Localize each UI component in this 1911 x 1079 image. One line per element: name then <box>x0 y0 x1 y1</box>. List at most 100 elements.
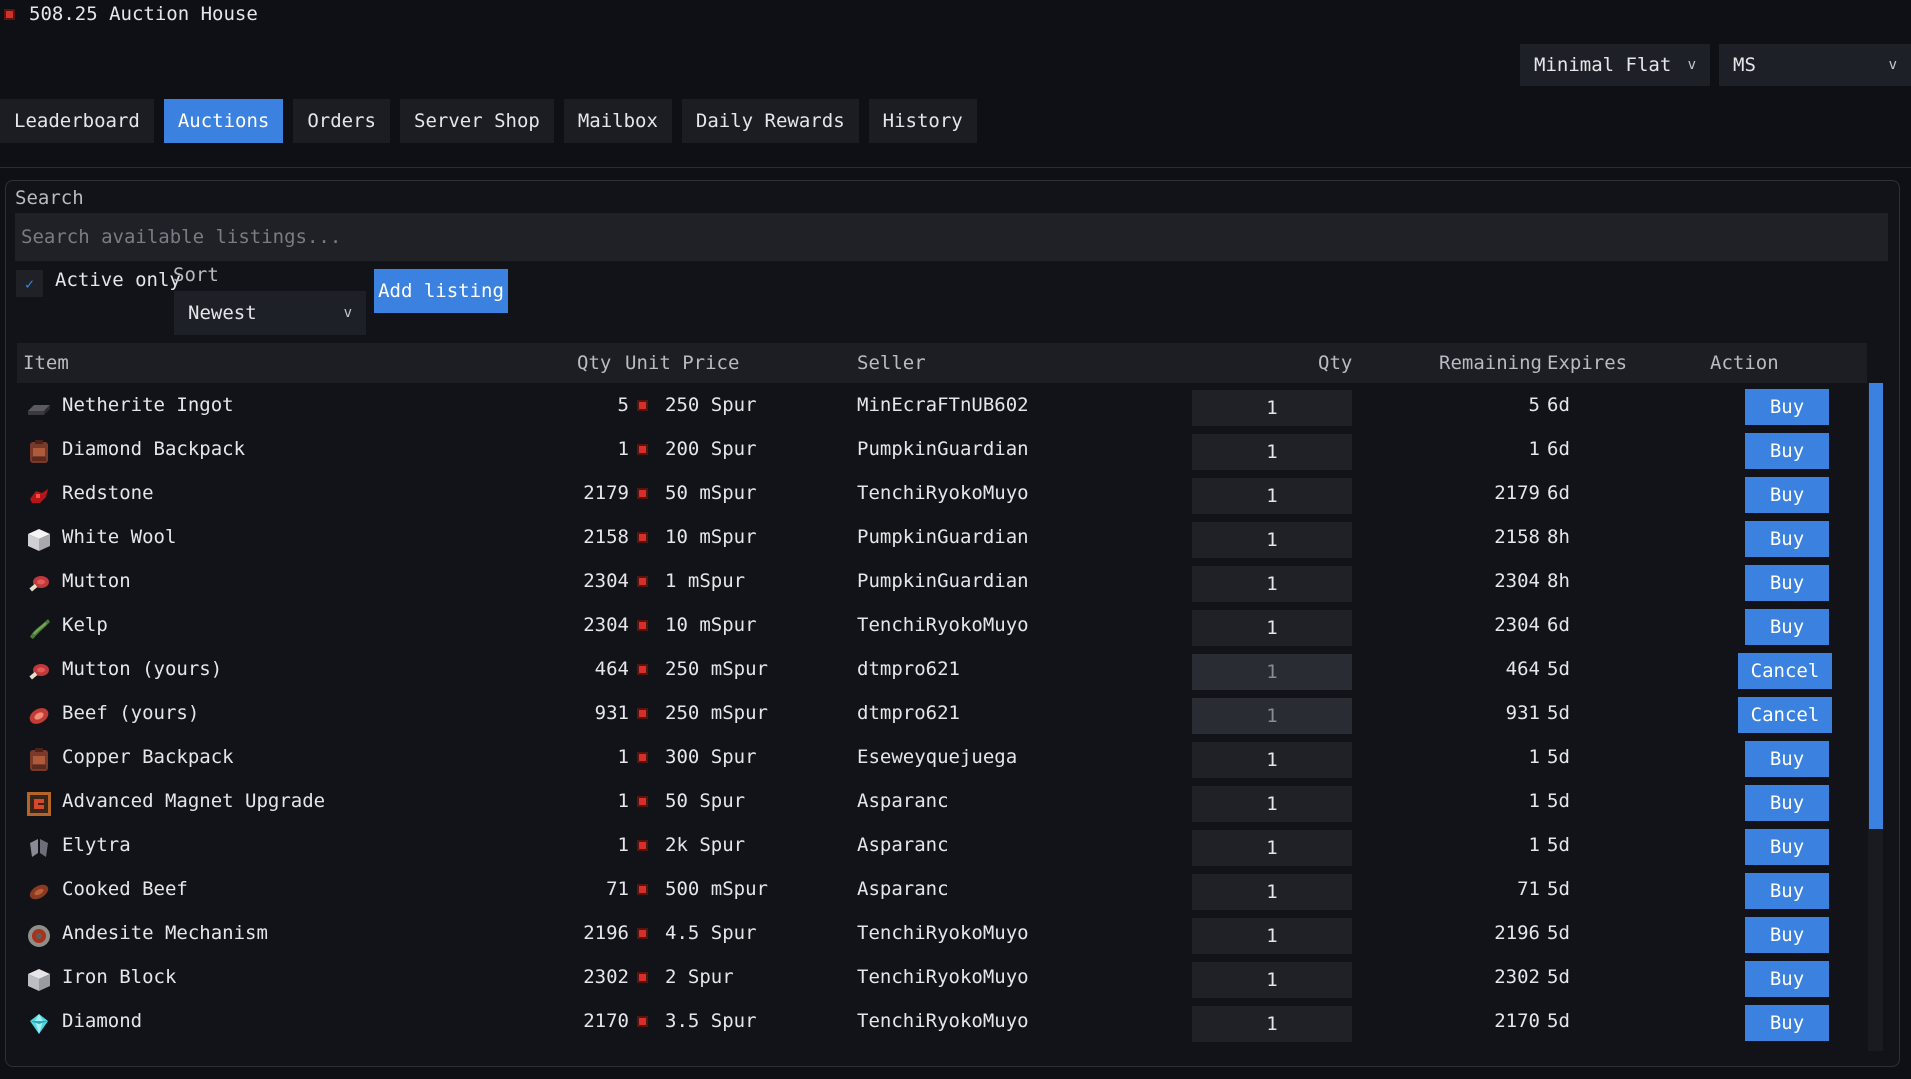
chevron-down-icon: v <box>1687 57 1696 73</box>
seller-name: PumpkinGuardian <box>857 526 1029 548</box>
chevron-down-icon: v <box>1888 57 1897 73</box>
tab-leaderboard[interactable]: Leaderboard <box>0 99 154 143</box>
tab-bar: Leaderboard Auctions Orders Server Shop … <box>0 99 977 143</box>
item-qty: 2304 <box>583 614 629 636</box>
buy-button[interactable]: Buy <box>1745 917 1829 953</box>
expires: 5d <box>1547 746 1570 768</box>
seller-name: PumpkinGuardian <box>857 438 1029 460</box>
table-row: Mutton (yours) 464 250 mSpur dtmpro621 1 464 5… <box>17 647 1867 691</box>
buy-button[interactable]: Buy <box>1745 741 1829 777</box>
balance: 508.25 Auction House <box>29 3 258 25</box>
sort-select[interactable]: Newest v <box>174 291 366 335</box>
buy-button[interactable]: Buy <box>1745 829 1829 865</box>
expires: 6d <box>1547 482 1570 504</box>
header-expires: Expires <box>1547 352 1628 374</box>
buy-qty-input[interactable]: 1 <box>1192 434 1352 470</box>
item-name: Mutton <box>62 570 131 592</box>
buy-qty-input[interactable]: 1 <box>1192 918 1352 954</box>
table-row: Diamond Backpack 1 200 Spur PumpkinGuardian… <box>17 427 1867 471</box>
tab-label: Mailbox <box>577 110 658 132</box>
tab-daily-rewards[interactable]: Daily Rewards <box>681 99 859 143</box>
buy-qty-input[interactable]: 1 <box>1192 610 1352 646</box>
seller-name: Asparanc <box>857 878 949 900</box>
item-qty: 2170 <box>583 1010 629 1032</box>
buy-qty-input[interactable]: 1 <box>1192 390 1352 426</box>
tab-orders[interactable]: Orders <box>293 99 390 143</box>
buy-qty-input[interactable]: 1 <box>1192 566 1352 602</box>
buy-button[interactable]: Buy <box>1745 477 1829 513</box>
unit-price: 300 Spur <box>665 746 757 768</box>
unit-price: 4.5 Spur <box>665 922 757 944</box>
expires: 6d <box>1547 438 1570 460</box>
unit-price: 2k Spur <box>665 834 746 856</box>
table-header: Item Qty Unit Price Seller Qty Remaining… <box>17 343 1867 383</box>
backpack-icon <box>26 437 52 463</box>
item-qty: 2158 <box>583 526 629 548</box>
buy-button[interactable]: Buy <box>1745 433 1829 469</box>
expires: 5d <box>1547 702 1570 724</box>
coin-icon <box>637 1016 648 1027</box>
title-bar: 508.25 Auction House <box>0 0 258 28</box>
expires: 6d <box>1547 614 1570 636</box>
sort-label: Sort <box>173 264 219 286</box>
expires: 5d <box>1547 966 1570 988</box>
cancel-button[interactable]: Cancel <box>1738 697 1832 733</box>
seller-name: dtmpro621 <box>857 702 960 724</box>
expires: 5d <box>1547 658 1570 680</box>
coin-icon <box>637 972 648 983</box>
expires: 6d <box>1547 394 1570 416</box>
buy-qty-input[interactable]: 1 <box>1192 874 1352 910</box>
tab-label: Leaderboard <box>14 110 140 132</box>
buy-button[interactable]: Buy <box>1745 1005 1829 1041</box>
item-name: Diamond <box>62 1010 143 1032</box>
tab-label: Server Shop <box>414 110 540 132</box>
tab-server-shop[interactable]: Server Shop <box>400 99 554 143</box>
buy-qty-input[interactable]: 1 <box>1192 478 1352 514</box>
expires: 5d <box>1547 790 1570 812</box>
remaining-qty: 71 <box>1517 878 1540 900</box>
buy-qty-input[interactable]: 1 <box>1192 786 1352 822</box>
buy-button[interactable]: Buy <box>1745 521 1829 557</box>
buy-qty-input[interactable]: 1 <box>1192 522 1352 558</box>
cancel-button[interactable]: Cancel <box>1738 653 1832 689</box>
add-listing-button[interactable]: Add listing <box>374 269 508 313</box>
active-only-checkbox[interactable]: ✓ <box>16 270 43 297</box>
theme-select-value: Minimal Flat <box>1534 54 1672 76</box>
remaining-qty: 2179 <box>1494 482 1540 504</box>
unit-price: 250 mSpur <box>665 658 768 680</box>
buy-qty-input[interactable]: 1 <box>1192 1006 1352 1042</box>
buy-button[interactable]: Buy <box>1745 961 1829 997</box>
tab-auctions[interactable]: Auctions <box>163 99 284 143</box>
buy-qty-input[interactable]: 1 <box>1192 742 1352 778</box>
item-name: Iron Block <box>62 966 177 988</box>
theme-select[interactable]: Minimal Flat v <box>1520 44 1710 86</box>
unit-price: 2 Spur <box>665 966 734 988</box>
item-name: Elytra <box>62 834 131 856</box>
header-seller: Seller <box>857 352 926 374</box>
item-qty: 2302 <box>583 966 629 988</box>
check-icon: ✓ <box>24 274 35 293</box>
unit-price: 250 mSpur <box>665 702 768 724</box>
expires: 5d <box>1547 878 1570 900</box>
buy-qty-input: 1 <box>1192 654 1352 690</box>
tab-history[interactable]: History <box>868 99 977 143</box>
font-select[interactable]: MS v <box>1719 44 1911 86</box>
item-name: Copper Backpack <box>62 746 234 768</box>
buy-button[interactable]: Buy <box>1745 785 1829 821</box>
redstone-icon <box>26 481 52 507</box>
buy-button[interactable]: Buy <box>1745 389 1829 425</box>
item-name: Advanced Magnet Upgrade <box>62 790 326 812</box>
buy-qty-input[interactable]: 1 <box>1192 830 1352 866</box>
buy-button[interactable]: Buy <box>1745 873 1829 909</box>
item-qty: 931 <box>594 702 629 724</box>
seller-name: TenchiRyokoMuyo <box>857 922 1029 944</box>
remaining-qty: 2304 <box>1494 570 1540 592</box>
buy-button[interactable]: Buy <box>1745 609 1829 645</box>
search-input[interactable] <box>15 213 1888 261</box>
buy-qty-input[interactable]: 1 <box>1192 962 1352 998</box>
tab-mailbox[interactable]: Mailbox <box>563 99 672 143</box>
elytra-icon <box>26 833 52 859</box>
buy-button[interactable]: Buy <box>1745 565 1829 601</box>
scrollbar-thumb[interactable] <box>1869 383 1883 829</box>
unit-price: 500 mSpur <box>665 878 768 900</box>
